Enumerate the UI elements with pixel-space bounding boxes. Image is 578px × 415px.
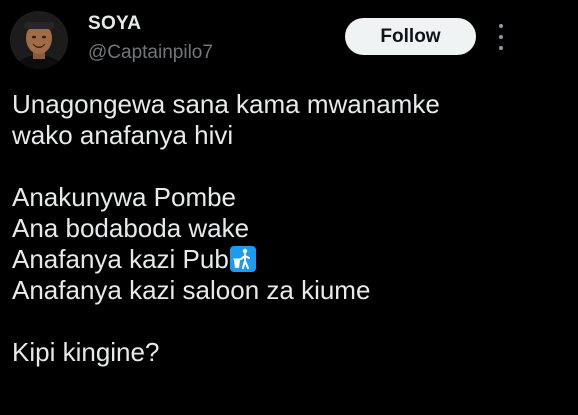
litter-in-bin-icon [229, 246, 256, 272]
tweet-line-text: Anafanya kazi Pub [12, 244, 229, 274]
profile-photo [10, 11, 68, 69]
tweet-text: Unagongewa sana kama mwanamke wako anafa… [12, 89, 567, 368]
tweet-line: Unagongewa sana kama mwanamke [12, 89, 440, 119]
tweet-line: Anafanya kazi saloon za kiume [12, 275, 371, 305]
tweet-line: Kipi kingine? [12, 337, 160, 367]
more-dot [499, 35, 503, 39]
avatar[interactable] [10, 11, 68, 69]
tweet-line: Anafanya kazi Pub [12, 244, 567, 275]
author-handle[interactable]: @Captainpilo7 [88, 42, 213, 64]
more-vertical-icon[interactable] [494, 24, 508, 50]
tweet-line: Ana bodaboda wake [12, 213, 250, 243]
more-dot [499, 24, 503, 28]
tweet-line: wako anafanya hivi [12, 120, 234, 150]
author-display-name[interactable]: SOYA [88, 13, 141, 35]
tweet-line: Anakunywa Pombe [12, 182, 237, 212]
tweet-card: SOYA @Captainpilo7 Follow Unagongewa san… [0, 0, 578, 415]
follow-button[interactable]: Follow [345, 18, 476, 55]
more-dot [499, 46, 503, 50]
